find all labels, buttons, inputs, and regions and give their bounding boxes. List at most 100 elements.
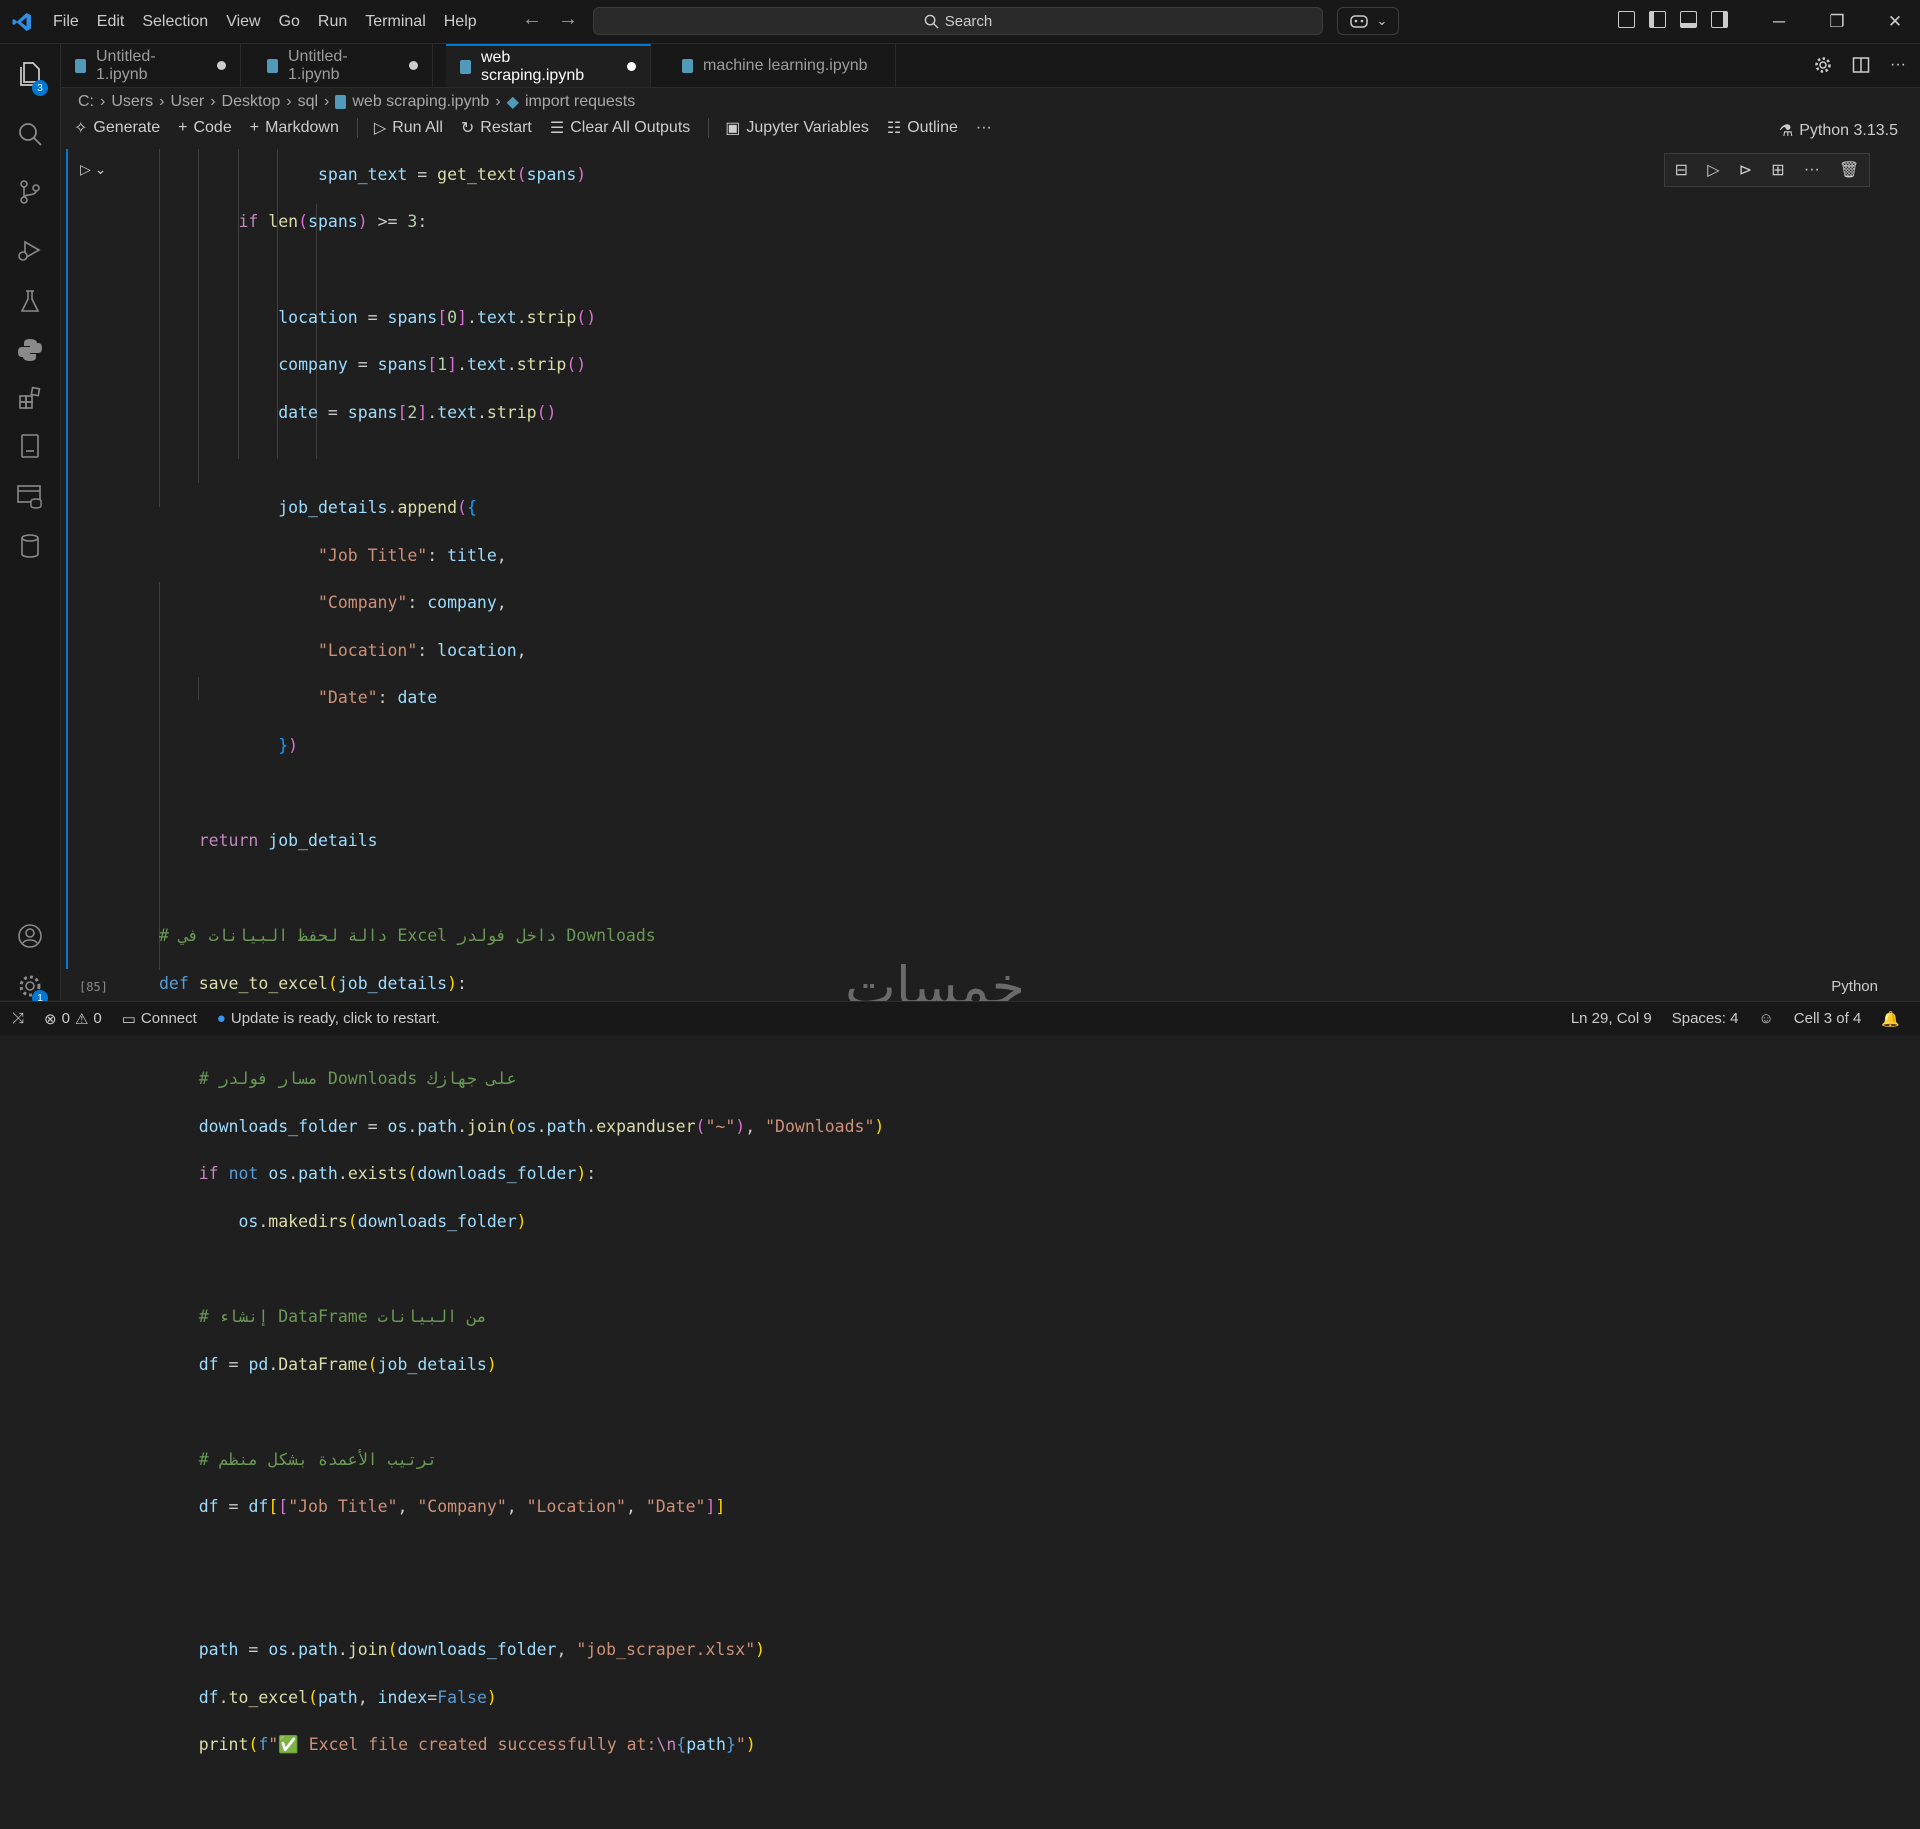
run-debug-icon[interactable] (0, 226, 60, 274)
menu-terminal[interactable]: Terminal (356, 0, 434, 43)
menu-go[interactable]: Go (270, 0, 309, 43)
plus-icon: + (178, 119, 188, 136)
code-editor[interactable]: span_text = get_text(spans) if len(spans… (159, 139, 884, 1829)
remote-indicator[interactable]: ⤨ (12, 1010, 24, 1027)
breadcrumb-item[interactable]: web scraping.ipynb (352, 93, 489, 111)
restore-icon[interactable]: ❐ (1808, 0, 1866, 43)
more-toolbar-actions[interactable]: ··· (976, 119, 992, 137)
cell-language-label[interactable]: Python (1831, 978, 1878, 995)
chevron-right-icon: › (495, 93, 501, 110)
more-actions-icon[interactable]: ··· (1890, 56, 1906, 74)
explorer-badge: 3 (32, 80, 48, 96)
activity-bar: 3 1 (0, 44, 61, 1006)
database-icon: ▭ (121, 1010, 136, 1028)
search-view-icon[interactable] (0, 110, 60, 158)
copilot-status[interactable]: ☺ (1758, 1010, 1773, 1027)
cursor-position[interactable]: Ln 29, Col 9 (1571, 1010, 1652, 1027)
extensions-icon[interactable] (0, 374, 60, 422)
tab-web-scraping[interactable]: web scraping.ipynb (446, 44, 651, 87)
menu-help[interactable]: Help (435, 0, 486, 43)
indentation-label: Spaces: 4 (1671, 1010, 1739, 1027)
variables-icon: ▣ (725, 120, 741, 137)
minimize-icon[interactable]: ─ (1750, 0, 1808, 43)
notebook-file-icon (75, 58, 86, 73)
run-all-button[interactable]: ▷ Run All (374, 118, 443, 138)
connect-button[interactable]: ▭ Connect (122, 1010, 197, 1028)
copilot-button[interactable]: ⌄ (1337, 7, 1399, 35)
breadcrumb-item[interactable]: sql (298, 93, 318, 111)
menu-run[interactable]: Run (309, 0, 356, 43)
split-cell-icon[interactable]: ⊞ (1771, 160, 1784, 180)
accounts-icon[interactable] (0, 912, 60, 960)
close-icon[interactable]: ✕ (1866, 0, 1920, 43)
update-dot-icon: ● (216, 1010, 226, 1027)
menu-selection[interactable]: Selection (133, 0, 217, 43)
run-all-icon: ▷ (373, 120, 387, 137)
clear-all-outputs-button[interactable]: ☰ Clear All Outputs (550, 118, 690, 138)
toggle-primary-sidebar-icon[interactable] (1649, 11, 1666, 28)
remote-explorer-icon[interactable] (0, 472, 60, 520)
add-markdown-cell-button[interactable]: + Markdown (250, 119, 339, 137)
toggle-panel-icon[interactable] (1680, 11, 1697, 28)
menu-file[interactable]: File (44, 0, 88, 43)
toggle-secondary-sidebar-icon[interactable] (1711, 11, 1728, 28)
copilot-icon: ☺ (1758, 1010, 1774, 1027)
warning-count: 0 (93, 1010, 102, 1027)
source-control-icon[interactable] (0, 168, 60, 216)
chevron-down-icon[interactable]: ⌄ (1377, 13, 1388, 29)
notebook-outline-icon[interactable] (0, 422, 60, 470)
tab-label: web scraping.ipynb (480, 48, 585, 84)
customize-layout-icon[interactable] (1618, 11, 1635, 28)
indentation[interactable]: Spaces: 4 (1672, 1010, 1739, 1027)
generate-button[interactable]: ✧ Generate (74, 118, 160, 138)
title-bar: File Edit Selection View Go Run Terminal… (0, 0, 1920, 44)
menu-view[interactable]: View (217, 0, 269, 43)
run-cell-button[interactable]: ▷ ⌄ (80, 161, 106, 178)
clear-all-icon: ☰ (549, 120, 565, 137)
delete-cell-icon[interactable]: 🗑 (1839, 160, 1859, 180)
tab-untitled-1-b[interactable]: Untitled-1.ipynb (253, 44, 433, 87)
problems-indicator[interactable]: ⊗ 0 ⚠ 0 (44, 1010, 102, 1028)
menu-bar: File Edit Selection View Go Run Terminal… (44, 0, 486, 43)
back-arrow-icon[interactable]: ← (522, 8, 542, 31)
search-icon (924, 14, 939, 29)
restart-icon: ↻ (460, 120, 475, 137)
execute-above-icon[interactable]: ⊟ (1675, 160, 1688, 180)
command-center-search[interactable]: Search (593, 7, 1323, 35)
notifications-bell[interactable]: 🔔 (1881, 1010, 1900, 1028)
tab-untitled-1-a[interactable]: Untitled-1.ipynb (61, 44, 241, 87)
split-editor-icon[interactable] (1852, 56, 1870, 74)
breadcrumb-item[interactable]: Desktop (222, 93, 281, 111)
update-notification[interactable]: ● Update is ready, click to restart. (217, 1010, 440, 1027)
explorer-icon[interactable]: 3 (0, 50, 60, 98)
navigation-arrows: ← → (522, 8, 578, 31)
more-cell-actions-icon[interactable]: ··· (1804, 161, 1820, 179)
forward-arrow-icon[interactable]: → (558, 8, 578, 31)
status-bar: ⤨ ⊗ 0 ⚠ 0 ▭ Connect ● Update is ready, click… (0, 1001, 1920, 1035)
breadcrumb-item[interactable]: C: (78, 93, 94, 111)
kernel-label: Python 3.13.5 (1799, 122, 1898, 139)
breadcrumb: C: › Users › User › Desktop › sql › web scrap… (78, 92, 635, 112)
outline-button[interactable]: ☷ Outline (887, 118, 958, 138)
execute-below-icon[interactable]: ⊳ (1739, 160, 1752, 180)
jupyter-variables-button[interactable]: ▣ Jupyter Variables (725, 118, 869, 138)
clear-all-outputs-label: Clear All Outputs (570, 119, 691, 136)
cell-indicator[interactable]: Cell 3 of 4 (1794, 1010, 1862, 1027)
menu-edit[interactable]: Edit (88, 0, 134, 43)
settings-gear-icon[interactable] (1814, 56, 1832, 74)
execute-cell-below-icon[interactable]: ▷ (1707, 160, 1719, 180)
database-icon[interactable] (0, 522, 60, 570)
code-label: Code (193, 119, 232, 136)
breadcrumb-item[interactable]: Users (111, 93, 153, 111)
testing-flask-icon[interactable] (0, 278, 60, 326)
tab-machine-learning[interactable]: machine learning.ipynb (668, 44, 896, 87)
unsaved-dot-icon[interactable] (217, 61, 226, 70)
breadcrumb-item[interactable]: User (170, 93, 204, 111)
unsaved-dot-icon[interactable] (409, 61, 418, 70)
unsaved-dot-icon[interactable] (627, 62, 636, 71)
add-code-cell-button[interactable]: + Code (178, 119, 232, 137)
kernel-picker[interactable]: ⚗ Python 3.13.5 (1779, 121, 1898, 141)
breadcrumb-item[interactable]: import requests (525, 93, 635, 111)
python-icon[interactable] (0, 326, 60, 374)
restart-button[interactable]: ↻ Restart (461, 118, 532, 138)
